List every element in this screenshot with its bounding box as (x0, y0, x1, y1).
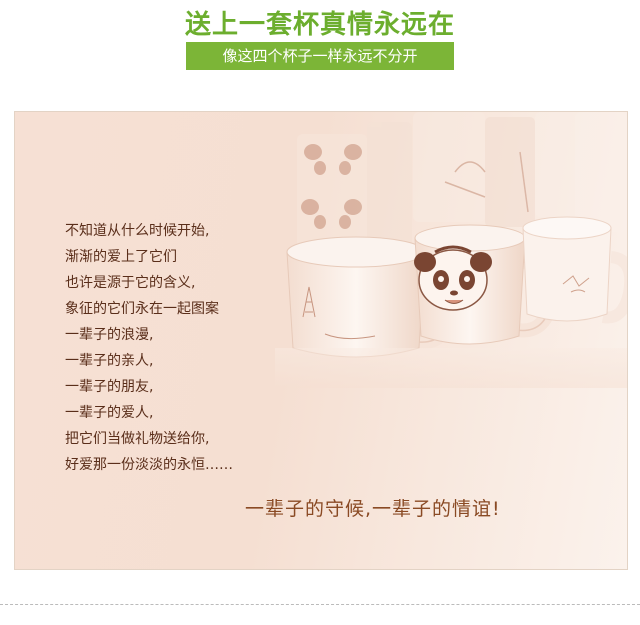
tagline: 一辈子的守候,一辈子的情谊! (245, 498, 501, 520)
poem-line: 不知道从什么时候开始, (65, 223, 210, 239)
poem-line: 一辈子的朋友, (65, 379, 154, 395)
subtitle-banner: 像这四个杯子一样永远不分开 (186, 42, 454, 70)
poem-line: 好爱那一份淡淡的永恒…… (65, 457, 233, 473)
poem-line: 也许是源于它的含义, (65, 275, 196, 291)
mug-photo-panel: 不知道从什么时候开始, 渐渐的爱上了它们 也许是源于它的含义, 象征的它们永在一… (14, 111, 628, 570)
poem-line: 一辈子的爱人, (65, 405, 154, 421)
page-title: 送上一套杯真情永远在 (184, 10, 455, 40)
poem-line: 一辈子的亲人, (65, 353, 154, 369)
poem-line: 把它们当做礼物送给你, (65, 431, 210, 447)
dashed-divider (0, 604, 640, 605)
poem-text-block: 不知道从什么时候开始, 渐渐的爱上了它们 也许是源于它的含义, 象征的它们永在一… (65, 218, 233, 478)
poem-line: 一辈子的浪漫, (65, 327, 154, 343)
poem-line: 象征的它们永在一起图案 (65, 301, 219, 317)
poem-line: 渐渐的爱上了它们 (65, 249, 177, 265)
